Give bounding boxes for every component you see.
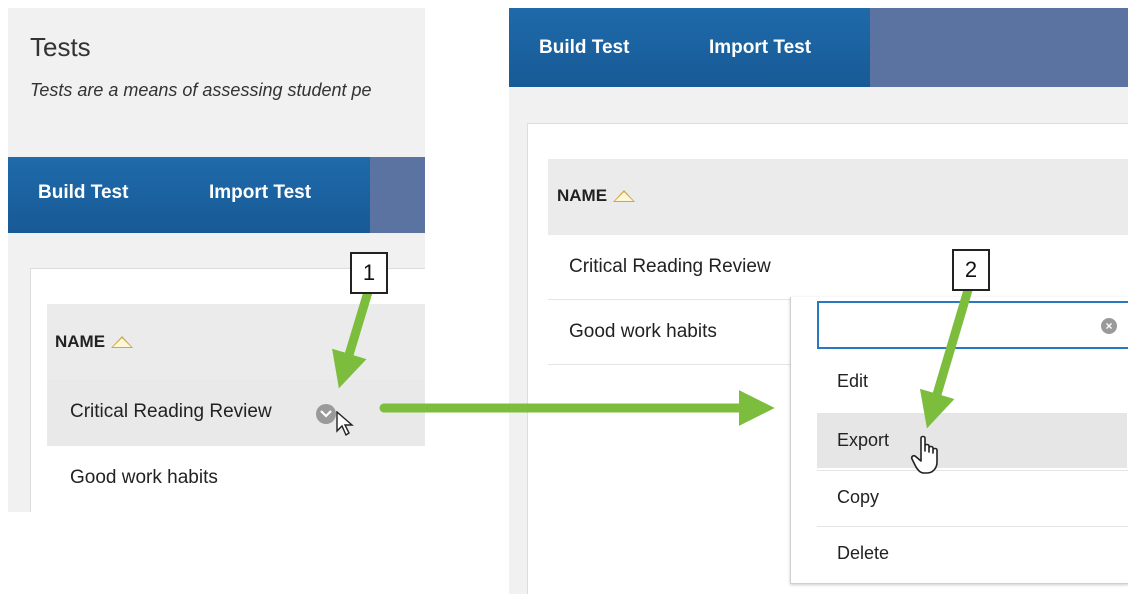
annotation-arrow <box>332 287 373 389</box>
step-callout: 2 <box>952 249 990 291</box>
step-callout: 1 <box>350 252 388 294</box>
annotation-arrow <box>919 285 973 429</box>
annotation-overlay <box>332 285 973 429</box>
